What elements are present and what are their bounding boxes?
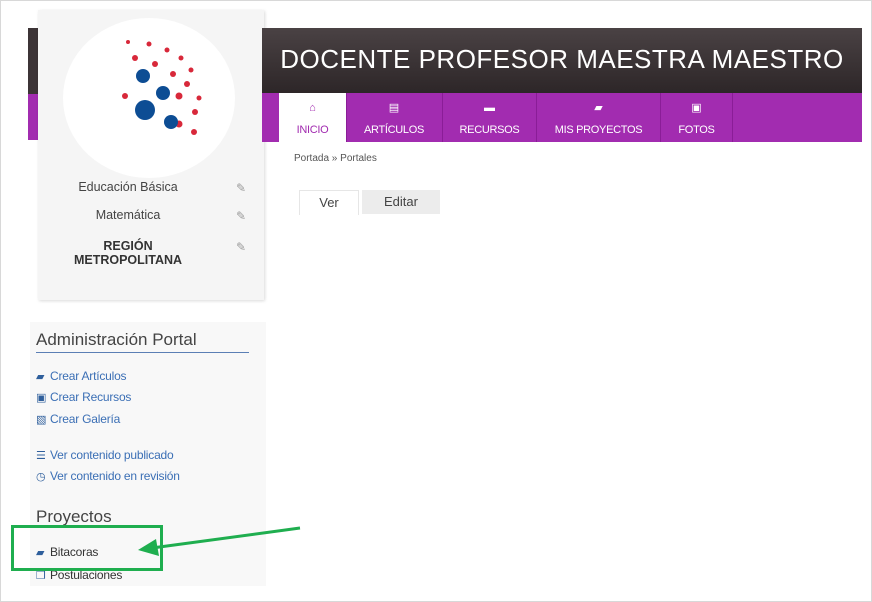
tab-ver[interactable]: Ver bbox=[299, 190, 359, 215]
edit-icon[interactable]: ✎ bbox=[234, 240, 248, 254]
profile-level-row: Educación Básica ✎ bbox=[38, 180, 264, 202]
profile-region-line1: REGIÓN bbox=[103, 239, 153, 253]
photo-icon: ▣ bbox=[691, 102, 702, 114]
tab-label: INICIO bbox=[296, 124, 329, 136]
tab-label: RECURSOS bbox=[459, 124, 520, 136]
list-icon: ☰ bbox=[36, 450, 46, 462]
main-nav: ⌂ INICIO ▤ ARTÍCULOS ▬ RECURSOS ▰ MIS PR… bbox=[262, 93, 862, 142]
tab-recursos[interactable]: ▬ RECURSOS bbox=[443, 93, 537, 142]
tab-label: FOTOS bbox=[678, 124, 715, 136]
crear-recursos-link[interactable]: ▣ Crear Recursos bbox=[36, 390, 131, 404]
link-label: Crear Galería bbox=[50, 412, 121, 426]
tab-label: ARTÍCULOS bbox=[363, 124, 425, 136]
ver-contenido-revision-link[interactable]: ◷ Ver contenido en revisión bbox=[36, 469, 180, 483]
edit-icon[interactable]: ✎ bbox=[234, 181, 248, 195]
breadcrumb[interactable]: Portada » Portales bbox=[294, 153, 377, 164]
tab-fotos[interactable]: ▣ FOTOS bbox=[661, 93, 733, 142]
logo bbox=[63, 18, 235, 178]
home-icon: ⌂ bbox=[309, 102, 316, 114]
site-title: DOCENTE PROFESOR MAESTRA MAESTRO bbox=[280, 44, 844, 74]
clock-icon: ◷ bbox=[36, 471, 46, 483]
site-header: DOCENTE PROFESOR MAESTRA MAESTRO bbox=[262, 28, 862, 93]
link-label: Crear Recursos bbox=[50, 390, 132, 404]
image-icon: ▧ bbox=[36, 414, 47, 426]
profile-region-line2: METROPOLITANA bbox=[73, 253, 183, 267]
proyectos-title: Proyectos bbox=[36, 507, 112, 526]
link-label: Crear Artículos bbox=[50, 369, 127, 383]
link-label: Ver contenido en revisión bbox=[50, 469, 180, 483]
save-icon: ▣ bbox=[36, 392, 47, 404]
edit-icon[interactable]: ✎ bbox=[234, 209, 248, 223]
tab-articulos[interactable]: ▤ ARTÍCULOS bbox=[346, 93, 443, 142]
admin-title: Administración Portal bbox=[36, 330, 249, 353]
link-label: Ver contenido publicado bbox=[50, 448, 174, 462]
profile-subject: Matemática bbox=[95, 208, 161, 222]
article-icon: ▤ bbox=[388, 102, 400, 114]
book-icon: ▰ bbox=[36, 371, 45, 383]
tab-editar[interactable]: Editar bbox=[362, 190, 440, 214]
profile-card: Educación Básica ✎ Matemática ✎ REGIÓN M… bbox=[38, 10, 264, 300]
crear-articulos-link[interactable]: ▰ Crear Artículos bbox=[36, 369, 127, 383]
profile-level: Educación Básica bbox=[78, 180, 178, 194]
profile-subject-row: Matemática ✎ bbox=[38, 208, 264, 230]
tab-label: MIS PROYECTOS bbox=[554, 124, 643, 136]
tab-inicio[interactable]: ⌂ INICIO bbox=[279, 93, 347, 142]
briefcase-icon: ▬ bbox=[484, 102, 495, 114]
profile-region-row: REGIÓN METROPOLITANA ✎ bbox=[38, 239, 264, 271]
tab-mis-proyectos[interactable]: ▰ MIS PROYECTOS bbox=[537, 93, 661, 142]
annotation-arrow-icon bbox=[138, 526, 301, 556]
left-dark-strip bbox=[28, 28, 38, 94]
crear-galeria-link[interactable]: ▧ Crear Galería bbox=[36, 412, 120, 426]
ver-contenido-publicado-link[interactable]: ☰ Ver contenido publicado bbox=[36, 448, 174, 462]
folder-icon: ▰ bbox=[594, 102, 603, 114]
